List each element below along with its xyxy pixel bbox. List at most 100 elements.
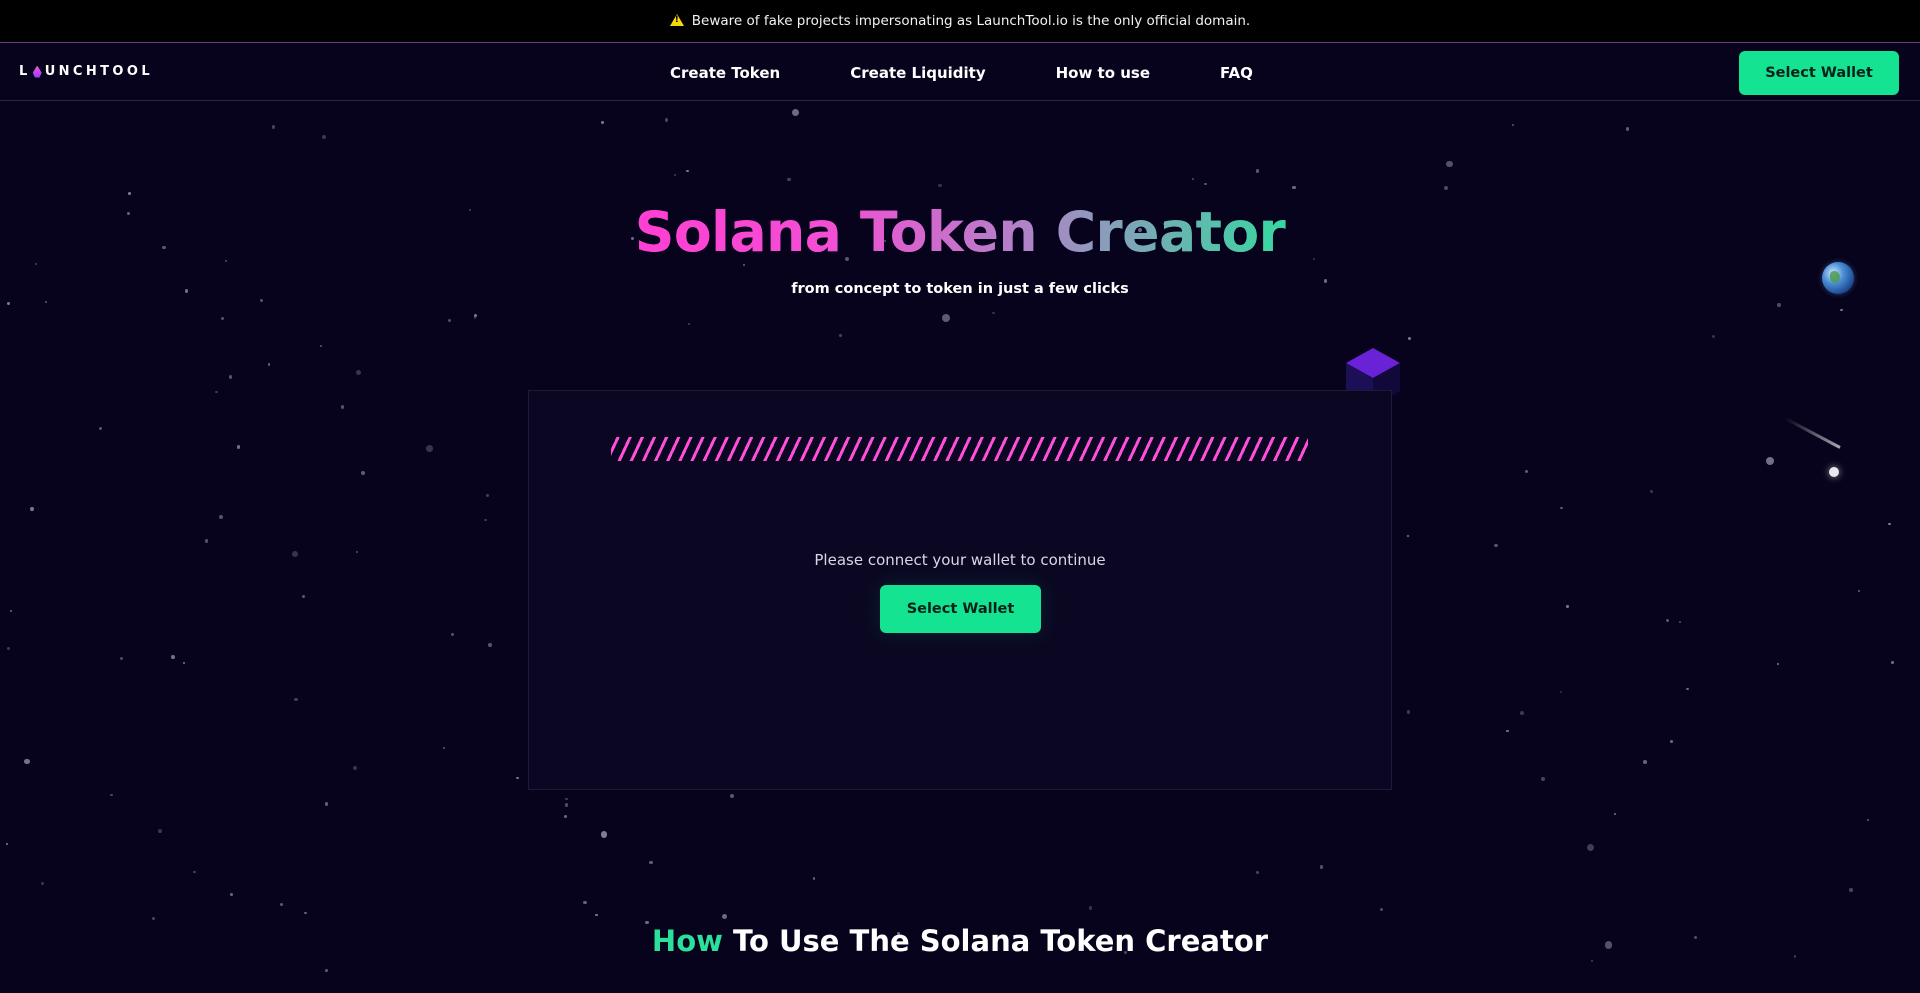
star (215, 390, 218, 394)
logo-text-end: UNCHTOOL (44, 64, 153, 79)
star (152, 917, 155, 920)
connect-wallet-message: Please connect your wallet to continue (814, 551, 1106, 569)
star (941, 313, 950, 322)
star (1088, 906, 1093, 910)
star (1888, 522, 1891, 526)
star (1565, 605, 1569, 609)
star (450, 632, 454, 636)
star (1506, 729, 1509, 732)
star (324, 802, 329, 807)
warning-icon (669, 14, 684, 26)
logo-text-start: L (19, 64, 31, 79)
star (220, 316, 224, 320)
star (228, 375, 233, 379)
star (1406, 710, 1411, 714)
star (1204, 182, 1207, 186)
star (1255, 871, 1259, 874)
how-heading-accent: How (651, 924, 723, 958)
star (319, 344, 323, 347)
star (361, 470, 366, 475)
star (1866, 818, 1870, 822)
star (183, 662, 186, 665)
star (1711, 334, 1716, 339)
star (565, 803, 569, 807)
select-wallet-button-nav[interactable]: Select Wallet (1739, 51, 1899, 95)
star (473, 313, 477, 317)
star (236, 445, 240, 449)
star (158, 828, 163, 833)
star (128, 192, 132, 195)
star (6, 302, 10, 306)
star (7, 647, 10, 651)
star (1191, 177, 1194, 180)
star (601, 120, 605, 125)
star (1643, 759, 1648, 764)
star (1406, 534, 1409, 538)
navbar: L UNCHTOOL Create Token Create Liquidity… (0, 44, 1920, 101)
star (322, 134, 326, 139)
star (1255, 169, 1260, 173)
announcement-text: Beware of fake projects impersonating as… (691, 13, 1251, 29)
star (193, 870, 196, 874)
star (992, 312, 995, 315)
star (448, 318, 452, 322)
star (9, 610, 12, 613)
star (730, 794, 734, 798)
star (355, 550, 358, 553)
star (1494, 543, 1498, 548)
star (1857, 590, 1861, 593)
star (1686, 687, 1690, 691)
star (301, 595, 306, 599)
nav-links: Create Token Create Liquidity How to use… (670, 44, 1323, 101)
page: Beware of fake projects impersonating as… (0, 0, 1920, 993)
star (1840, 308, 1843, 312)
star (1559, 690, 1563, 694)
star (1520, 711, 1524, 715)
star (229, 893, 233, 896)
star (1560, 506, 1563, 510)
star (110, 793, 113, 797)
hero-title: Solana Token Creator (0, 200, 1920, 264)
star (1444, 186, 1449, 191)
star (484, 519, 487, 522)
stripe-decoration (611, 437, 1308, 461)
star (352, 765, 357, 770)
star (564, 814, 568, 818)
star (29, 506, 34, 511)
star (272, 125, 276, 129)
star (600, 831, 608, 838)
nav-create-liquidity[interactable]: Create Liquidity (850, 64, 985, 82)
how-to-use-heading: How To Use The Solana Token Creator (0, 924, 1920, 958)
star (1625, 127, 1629, 131)
star (1292, 185, 1296, 189)
star (649, 860, 653, 864)
star (595, 913, 598, 917)
star (98, 426, 103, 431)
star (1777, 303, 1781, 307)
star (721, 913, 728, 920)
earth-icon (1822, 262, 1854, 294)
star (664, 118, 669, 122)
select-wallet-button[interactable]: Select Wallet (880, 585, 1041, 633)
star (1670, 740, 1673, 744)
star (426, 445, 433, 452)
nav-how-to-use[interactable]: How to use (1056, 64, 1150, 82)
how-heading-rest: To Use The Solana Token Creator (733, 924, 1269, 958)
star (1525, 470, 1528, 474)
star (839, 334, 842, 338)
hero-title-text: Solana Token Creator (634, 200, 1286, 264)
star (787, 177, 791, 182)
star (1511, 123, 1514, 126)
star (1666, 618, 1670, 622)
star (473, 316, 477, 320)
logo[interactable]: L UNCHTOOL (19, 64, 153, 79)
comet-icon (1829, 467, 1839, 477)
nav-create-token[interactable]: Create Token (670, 64, 780, 82)
star (1319, 865, 1324, 870)
star (267, 363, 271, 366)
star (1408, 336, 1412, 341)
token-creator-card: Please connect your wallet to continue S… (528, 390, 1392, 790)
star (44, 301, 47, 304)
nav-faq[interactable]: FAQ (1220, 64, 1253, 82)
star (340, 404, 345, 409)
